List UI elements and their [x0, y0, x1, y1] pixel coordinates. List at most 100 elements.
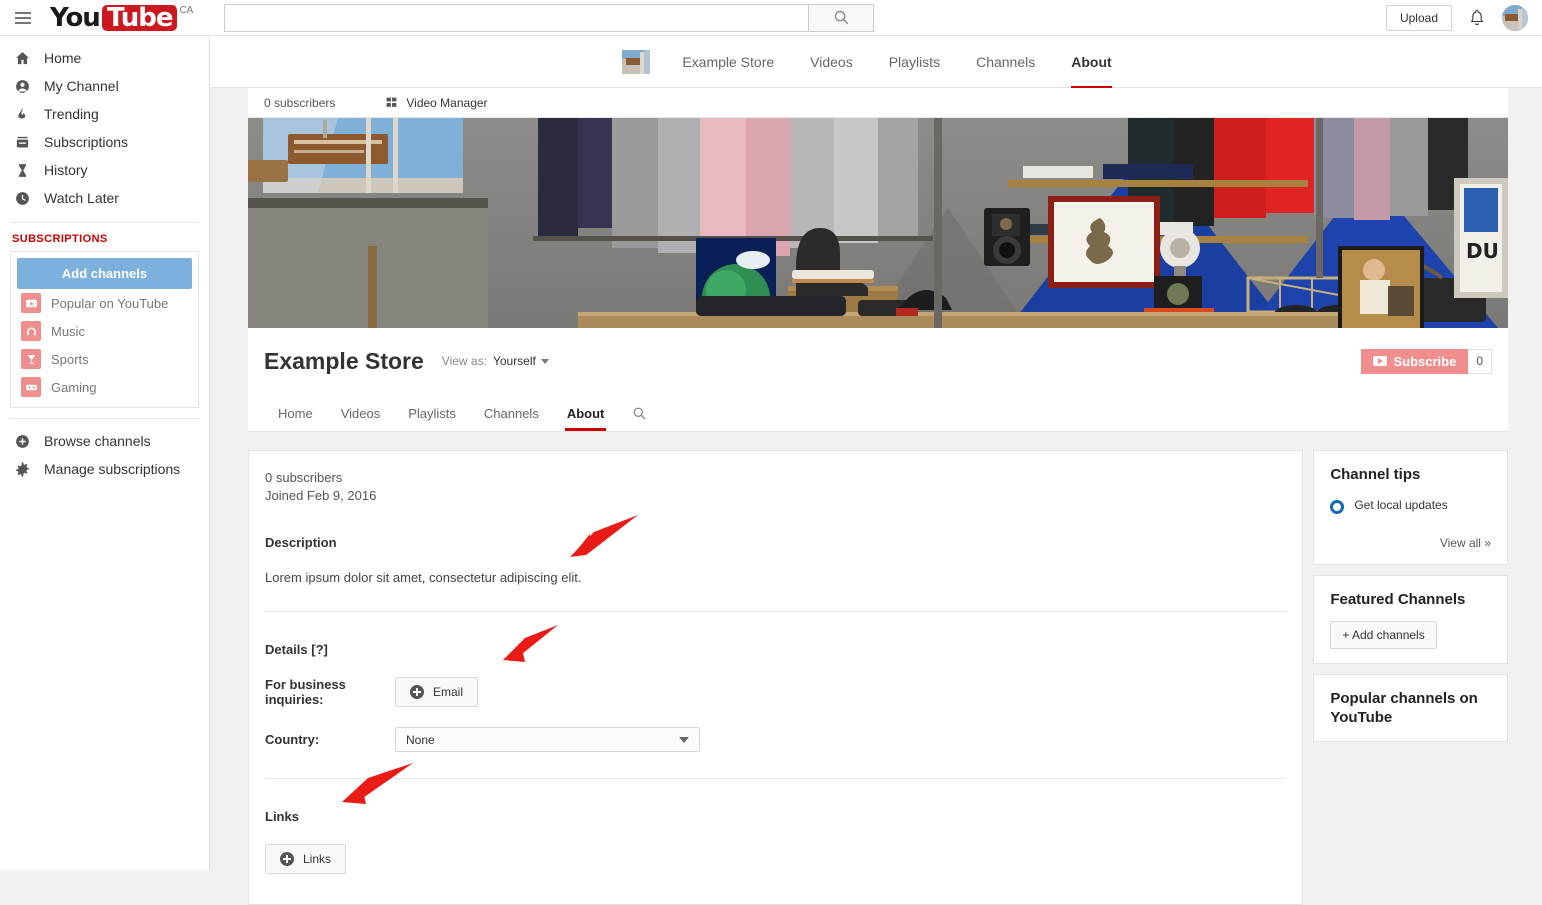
sidebar-item-trending[interactable]: Trending [0, 100, 209, 128]
gamepad-tile-icon [21, 377, 41, 397]
section-divider [265, 611, 1286, 612]
sidebar-channel-label: Sports [51, 352, 89, 367]
featured-channels-title: Featured Channels [1330, 590, 1491, 609]
view-as-control: View as: Yourself [442, 354, 549, 368]
sidebar: Home My Channel Trending Subscri [0, 36, 210, 870]
tab-label: Playlists [408, 406, 456, 421]
country-select[interactable]: None [395, 727, 700, 752]
sidebar-item-label: Trending [44, 106, 99, 122]
nav-tab-videos[interactable]: Videos [792, 36, 871, 88]
nav-tab-label: Videos [810, 54, 853, 70]
sidebar-item-label: Browse channels [44, 433, 151, 449]
sidebar-item-label: Home [44, 50, 81, 66]
sidebar-item-manage-subscriptions[interactable]: Manage subscriptions [0, 455, 209, 483]
avatar-image [1502, 5, 1528, 31]
about-main-panel: 0 subscribers Joined Feb 9, 2016 Descrip… [248, 450, 1303, 905]
sidebar-channel-sports[interactable]: Sports [17, 345, 192, 373]
channel-tip-item[interactable]: Get local updates [1330, 498, 1491, 514]
popular-channels-title: Popular channels on YouTube [1330, 689, 1491, 727]
chevron-down-icon [679, 737, 689, 743]
add-channels-button[interactable]: + Add channels [1330, 621, 1436, 649]
avatar[interactable] [1502, 5, 1528, 31]
tab-label: Videos [341, 406, 381, 421]
account-icon [14, 78, 44, 95]
sidebar-item-label: History [44, 162, 88, 178]
plus-circle-icon [410, 685, 424, 699]
description-heading: Description [265, 535, 1286, 550]
play-icon [1373, 356, 1387, 366]
flame-icon [14, 106, 44, 123]
sidebar-item-home[interactable]: Home [0, 44, 209, 72]
sidebar-item-history[interactable]: History [0, 156, 209, 184]
video-manager-label: Video Manager [406, 96, 487, 110]
page-title: Example Store [264, 348, 424, 375]
sidebar-item-watch-later[interactable]: Watch Later [0, 184, 209, 212]
channel-thumbnail[interactable] [622, 50, 650, 74]
tab-label: About [567, 406, 605, 421]
video-manager-link[interactable]: Video Manager [385, 96, 487, 110]
sidebar-item-subscriptions[interactable]: Subscriptions [0, 128, 209, 156]
business-inquiries-row: For business inquiries: Email [265, 677, 1286, 707]
subscriptions-box: Add channels Popular on YouTube Music [10, 251, 199, 408]
tab-channels[interactable]: Channels [470, 395, 553, 431]
search-bar [224, 4, 874, 32]
channel-content: 0 subscribers Video Manager [248, 88, 1508, 905]
view-as-label: View as: [442, 354, 487, 368]
subscribe-label: Subscribe [1393, 354, 1456, 369]
sidebar-channel-gaming[interactable]: Gaming [17, 373, 192, 401]
add-channels-button[interactable]: Add channels [17, 258, 192, 289]
search-icon [632, 406, 647, 421]
tab-videos[interactable]: Videos [327, 395, 395, 431]
channel-banner[interactable]: DU [248, 118, 1508, 328]
view-as-dropdown[interactable]: Yourself [493, 354, 549, 368]
search-button[interactable] [808, 4, 874, 32]
sidebar-item-browse-channels[interactable]: Browse channels [0, 427, 209, 455]
hourglass-icon [14, 162, 44, 179]
channel-tip-text: Get local updates [1354, 498, 1447, 513]
channel-search-button[interactable] [618, 395, 661, 431]
gear-icon [14, 461, 44, 478]
channel-sticky-nav: Example Store Videos Playlists Channels … [210, 36, 1542, 88]
about-section: 0 subscribers Joined Feb 9, 2016 Descrip… [248, 432, 1508, 905]
subscribe-group: Subscribe 0 [1361, 349, 1492, 374]
hamburger-icon[interactable] [0, 12, 46, 24]
details-heading: Details [?] [265, 642, 1286, 657]
channel-banner-image: DU [248, 118, 1508, 328]
logo-you-text: You [50, 5, 100, 31]
sidebar-item-label: My Channel [44, 78, 119, 94]
nav-tab-playlists[interactable]: Playlists [871, 36, 958, 88]
channel-tabs: Home Videos Playlists Channels About [248, 394, 1508, 432]
nav-tab-label: Example Store [682, 54, 774, 70]
search-input[interactable] [224, 4, 808, 32]
sidebar-item-my-channel[interactable]: My Channel [0, 72, 209, 100]
upload-button[interactable]: Upload [1386, 5, 1452, 31]
tab-playlists[interactable]: Playlists [394, 395, 470, 431]
sidebar-item-label: Watch Later [44, 190, 119, 206]
view-all-label: View all [1440, 536, 1481, 550]
youtube-logo[interactable]: You Tube CA [50, 5, 193, 31]
country-row: Country: None [265, 727, 1286, 752]
links-button-label: Links [303, 852, 331, 866]
channel-tips-card: Channel tips Get local updates View all … [1313, 450, 1508, 565]
sidebar-channel-label: Gaming [51, 380, 97, 395]
email-button[interactable]: Email [395, 677, 478, 707]
subscribe-button[interactable]: Subscribe [1361, 349, 1468, 374]
video-manager-icon [385, 96, 398, 109]
clock-icon [14, 190, 44, 207]
nav-tab-example-store[interactable]: Example Store [664, 36, 792, 88]
email-button-label: Email [433, 685, 463, 699]
description-text: Lorem ipsum dolor sit amet, consectetur … [265, 570, 1286, 585]
nav-tab-about[interactable]: About [1053, 36, 1129, 88]
masthead: You Tube CA Upload [0, 0, 1542, 36]
bell-icon[interactable] [1466, 7, 1488, 29]
subscribe-count: 0 [1468, 349, 1492, 374]
nav-tab-channels[interactable]: Channels [958, 36, 1053, 88]
sidebar-channel-popular[interactable]: Popular on YouTube [17, 289, 192, 317]
right-rail: Channel tips Get local updates View all … [1313, 450, 1508, 905]
plus-circle-icon [14, 433, 44, 450]
sidebar-channel-music[interactable]: Music [17, 317, 192, 345]
channel-thumbnail-image [622, 50, 650, 74]
tab-about[interactable]: About [553, 395, 619, 431]
view-all-link[interactable]: View all » [1330, 536, 1491, 550]
tab-home[interactable]: Home [264, 395, 327, 431]
